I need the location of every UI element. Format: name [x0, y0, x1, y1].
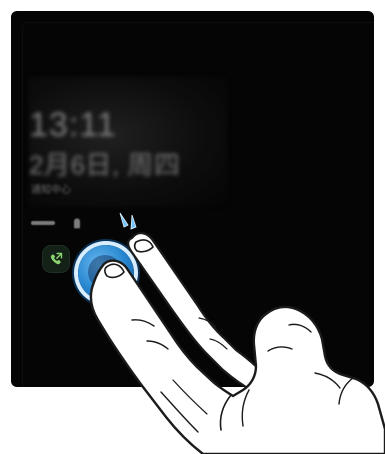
- phone-screen: 13:11 2月6日, 周四 通知中心: [11, 11, 374, 387]
- screenshot-page: 13:11 2月6日, 周四 通知中心: [0, 0, 385, 454]
- screen-outline: [22, 22, 374, 387]
